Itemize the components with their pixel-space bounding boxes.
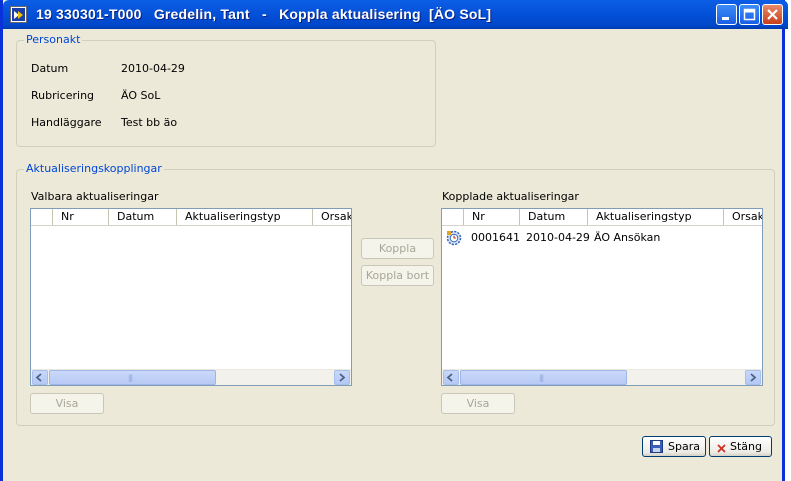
stang-button[interactable]: Stäng: [709, 436, 772, 457]
kopplade-hscrollbar[interactable]: |||: [442, 369, 762, 385]
kopplade-col-icon[interactable]: [442, 209, 464, 225]
scroll-thumb[interactable]: |||: [460, 370, 627, 385]
koppla-button[interactable]: Koppla: [361, 238, 434, 259]
personakt-group: Personakt Datum 2010-04-29 Rubricering Ä…: [16, 34, 436, 147]
close-x-icon: [716, 441, 727, 460]
koppla-bort-button[interactable]: Koppla bort: [361, 265, 434, 286]
window-title: 19 330301-T000 Gredelin, Tant - Koppla a…: [36, 6, 492, 22]
valbara-header: Nr Datum Aktualiseringstyp Orsak: [31, 209, 351, 226]
kopplade-col-datum[interactable]: Datum: [520, 209, 588, 225]
scroll-right-button[interactable]: [745, 370, 761, 385]
dialog-window: 19 330301-T000 Gredelin, Tant - Koppla a…: [0, 0, 788, 481]
stang-label: Stäng: [730, 440, 762, 453]
valbara-col-nr[interactable]: Nr: [53, 209, 109, 225]
row-datum: 2010-04-29: [526, 231, 590, 244]
kopplade-col-nr[interactable]: Nr: [464, 209, 520, 225]
floppy-disk-icon: [650, 440, 663, 459]
grip-icon: |||: [128, 374, 133, 382]
datum-label: Datum: [31, 62, 69, 75]
handlaggare-label: Handläggare: [31, 116, 102, 129]
spara-button[interactable]: Spara: [642, 436, 706, 457]
kopplade-list[interactable]: Nr Datum Aktualiseringstyp Orsak 0001641…: [441, 208, 763, 386]
valbara-hscrollbar[interactable]: |||: [31, 369, 351, 385]
scroll-left-button[interactable]: [443, 370, 459, 385]
valbara-col-orsak[interactable]: Orsak: [313, 209, 351, 225]
valbara-list[interactable]: Nr Datum Aktualiseringstyp Orsak |||: [30, 208, 352, 386]
title-bar[interactable]: 19 330301-T000 Gredelin, Tant - Koppla a…: [3, 0, 788, 29]
row-nr: 0001641: [471, 231, 520, 244]
datum-value: 2010-04-29: [121, 62, 185, 75]
maximize-button[interactable]: [739, 4, 760, 25]
kopplade-col-typ[interactable]: Aktualiseringstyp: [588, 209, 724, 225]
valbara-col-datum[interactable]: Datum: [109, 209, 177, 225]
kopplingar-legend: Aktualiseringskopplingar: [24, 162, 164, 175]
scroll-thumb[interactable]: |||: [49, 370, 216, 385]
valbara-col-typ[interactable]: Aktualiseringstyp: [177, 209, 313, 225]
spara-label: Spara: [668, 440, 700, 453]
grip-icon: |||: [539, 374, 544, 382]
table-row[interactable]: 0001641 2010-04-29 ÄO Ansökan: [442, 229, 762, 247]
valbara-visa-button[interactable]: Visa: [30, 393, 104, 414]
handlaggare-value: Test bb äo: [121, 116, 178, 129]
app-icon: [10, 6, 27, 23]
rubricering-label: Rubricering: [31, 89, 95, 102]
kopplingar-group: Aktualiseringskopplingar Valbara aktuali…: [16, 163, 775, 426]
valbara-title: Valbara aktualiseringar: [31, 190, 159, 203]
valbara-col-icon[interactable]: [31, 209, 53, 225]
scroll-right-button[interactable]: [334, 370, 350, 385]
gear-clock-icon: [446, 230, 462, 252]
personakt-legend: Personakt: [24, 33, 83, 46]
minimize-button[interactable]: [716, 4, 737, 25]
kopplade-title: Kopplade aktualiseringar: [442, 190, 579, 203]
scroll-left-button[interactable]: [32, 370, 48, 385]
row-typ: ÄO Ansökan: [594, 231, 661, 244]
kopplade-visa-button[interactable]: Visa: [441, 393, 515, 414]
rubricering-value: ÄO SoL: [121, 89, 161, 102]
kopplade-col-orsak[interactable]: Orsak: [724, 209, 762, 225]
close-button[interactable]: [762, 4, 783, 25]
kopplade-header: Nr Datum Aktualiseringstyp Orsak: [442, 209, 762, 226]
